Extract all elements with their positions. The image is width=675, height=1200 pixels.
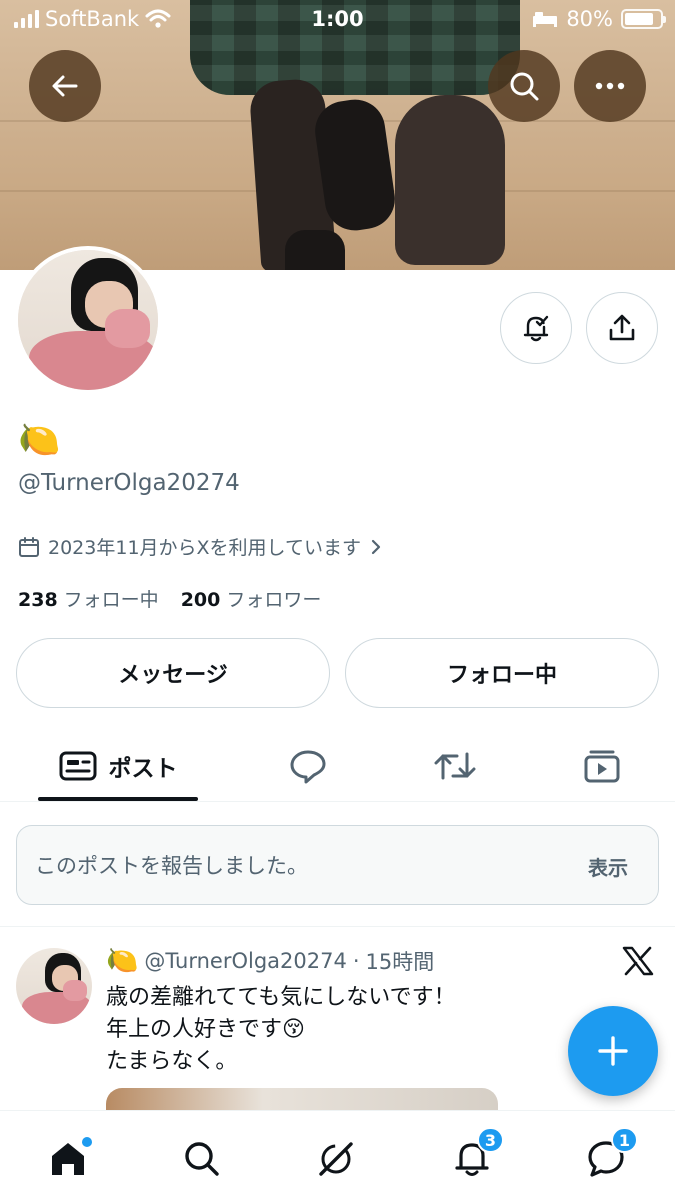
notification-subscribe-button[interactable] [500,292,572,364]
post-line: たまらなく。 [106,1049,238,1074]
battery-icon [621,9,666,29]
tab-media[interactable] [562,730,642,802]
followers-label: フォロワー [226,589,322,611]
share-button[interactable] [586,292,658,364]
reply-bubble-icon [290,750,326,784]
repost-icon [434,752,476,780]
post-separator: · [352,949,360,973]
reported-post-message: このポストを報告しました。 [35,854,308,878]
bottom-navigation: 3 1 [0,1110,675,1200]
display-name: 🍋 [18,420,61,460]
chevron-right-icon [371,539,381,554]
nav-home[interactable] [38,1129,98,1189]
active-tab-indicator [38,797,198,801]
search-icon [510,72,539,101]
post-header: 🍋 @TurnerOlga20274 · 15時間 [106,946,434,976]
notifications-badge: 3 [476,1127,504,1153]
post-author-handle[interactable]: @TurnerOlga20274 [144,949,346,973]
message-button[interactable]: メッセージ [16,638,330,708]
divider [0,926,675,927]
follow-counts: 238 フォロー中 200 フォロワー [18,585,321,612]
more-horizontal-icon [595,82,625,90]
bed-icon [533,12,558,27]
profile-handle: @TurnerOlga20274 [18,470,240,496]
profile-tabs: ポスト [0,730,675,802]
followers-link[interactable]: 200 フォロワー [181,585,322,612]
nav-search[interactable] [172,1129,232,1189]
post-line: 年上の人好きです😚 [106,1017,305,1042]
home-icon [52,1143,84,1175]
bell-check-icon [523,315,549,342]
search-icon [185,1142,219,1176]
post-line: 歳の差離れてても気にしないです！ [106,985,456,1010]
arrow-left-icon [52,75,78,97]
calendar-icon [19,536,39,557]
profile-banner[interactable] [0,0,675,270]
tab-replies[interactable] [268,730,348,802]
grok-icon [319,1142,353,1176]
share-icon [609,314,635,341]
media-icon [584,750,620,783]
messages-badge: 1 [610,1127,638,1153]
status-bar: SoftBank 1:00 80% [0,0,675,40]
tab-reposts[interactable] [415,730,495,802]
profile-avatar[interactable] [14,246,162,394]
reported-post-notice: このポストを報告しました。 表示 [16,825,659,905]
post-author-name[interactable]: 🍋 [106,946,138,976]
followers-count: 200 [180,589,221,611]
nav-notifications[interactable]: 3 [442,1127,504,1189]
x-logo-icon[interactable] [622,946,654,976]
plus-icon [598,1036,628,1066]
nav-messages[interactable]: 1 [576,1127,638,1189]
joined-date-link[interactable]: 2023年11月からXを利用しています [18,533,383,560]
post-body[interactable]: 歳の差離れてても気にしないです！ 年上の人好きです😚 たまらなく。 [106,982,456,1078]
back-button[interactable] [29,50,101,122]
post-author-avatar[interactable] [16,948,92,1024]
posts-tab-icon [59,751,96,781]
battery-percent: 80% [566,7,613,31]
search-button[interactable] [488,50,560,122]
following-link[interactable]: 238 フォロー中 [18,585,159,612]
show-post-button[interactable]: 表示 [588,852,628,881]
more-button[interactable] [574,50,646,122]
following-label: フォロー中 [63,589,159,611]
following-count: 238 [18,589,58,611]
joined-date-text: 2023年11月からXを利用しています [48,537,361,559]
tab-posts-label: ポスト [108,756,178,782]
nav-grok[interactable] [306,1129,366,1189]
home-unread-dot [82,1137,92,1147]
compose-post-button[interactable] [568,1006,658,1096]
following-button[interactable]: フォロー中 [345,638,659,708]
post-time[interactable]: 15時間 [366,946,435,976]
tab-posts[interactable]: ポスト [38,730,198,802]
